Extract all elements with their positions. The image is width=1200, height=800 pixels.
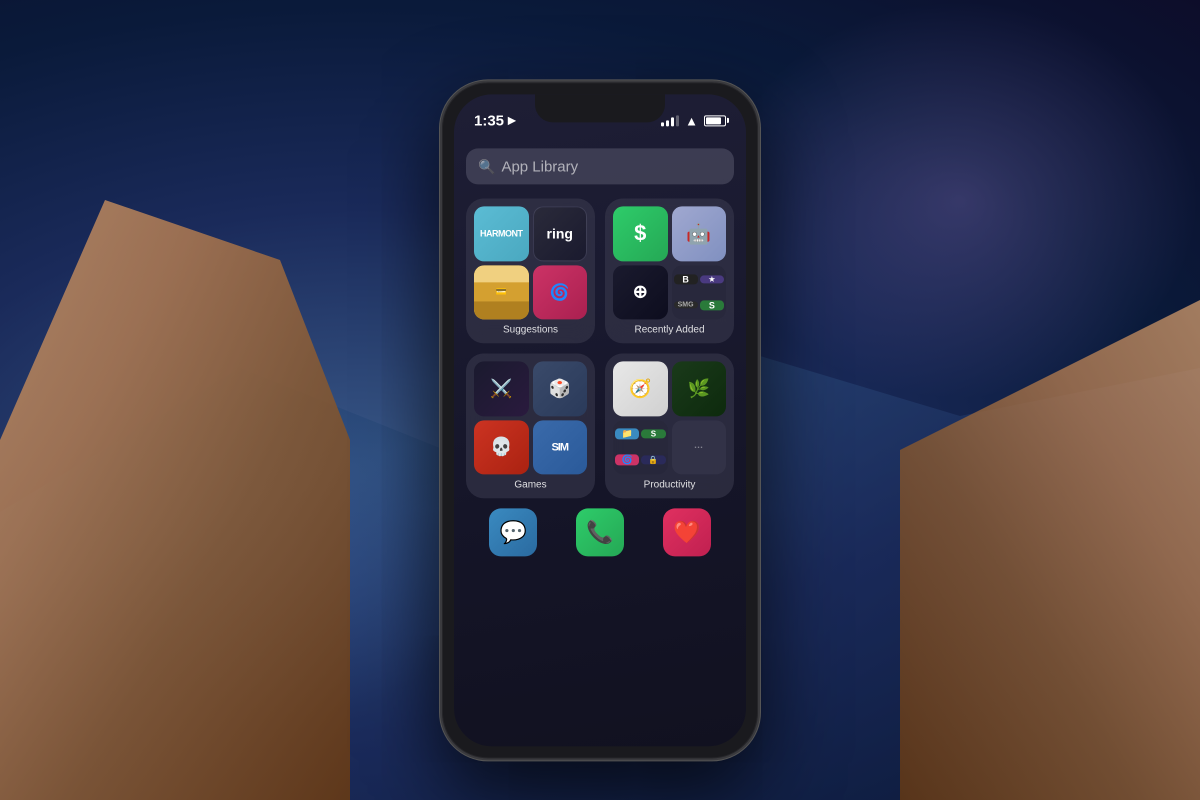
volume-up-button[interactable] (440, 237, 442, 287)
battery-fill (706, 117, 721, 124)
time-display: 1:35 (474, 112, 504, 129)
suggestions-app-grid: HARMONT ring 💳 (474, 206, 587, 319)
recently-added-app-grid: $ 🤖 ⊕ B ★ SMG S (613, 206, 726, 319)
app-ring[interactable]: ring (533, 206, 588, 261)
app-sim[interactable]: SIM (533, 420, 588, 475)
phone: 1:35 ▶ ▲ (440, 80, 760, 760)
bottom-app-3[interactable]: ❤️ (663, 508, 711, 556)
app-nova[interactable]: 🌀 (533, 265, 588, 320)
folders-grid: HARMONT ring 💳 (466, 198, 734, 498)
bottom-apps-row: 💬 📞 ❤️ (466, 508, 734, 556)
app-bot-large[interactable]: 🤖 (672, 206, 727, 261)
mini-nova2: 🌀 (615, 455, 639, 466)
mini-s2: S (641, 430, 665, 439)
app-cash-large[interactable]: $ (613, 206, 668, 261)
search-icon: 🔍 (478, 158, 495, 175)
phone-body: 1:35 ▶ ▲ (440, 80, 760, 760)
screen-content: 🔍 App Library HARMONT ring (454, 138, 746, 746)
mini-app-stars: ★ (700, 275, 724, 283)
games-app-grid: ⚔️ 🎲 💀 SIM (474, 361, 587, 474)
wifi-icon: ▲ (685, 113, 698, 128)
signal-bar-2 (666, 120, 669, 126)
app-loupe[interactable]: ⊕ (613, 265, 668, 320)
folder-games[interactable]: ⚔️ 🎲 💀 SIM Games (466, 353, 595, 498)
folder-recently-added[interactable]: $ 🤖 ⊕ B ★ SMG S (605, 198, 734, 343)
app-wallet[interactable]: 💳 (474, 265, 529, 320)
folder-productivity[interactable]: 🧭 🌿 📁 S 🌀 🔒 ··· Pr (605, 353, 734, 498)
app-placeholder[interactable]: ··· (672, 420, 727, 475)
status-icons: ▲ (661, 113, 726, 128)
app-multi[interactable]: B ★ SMG S (672, 265, 727, 320)
status-time: 1:35 ▶ (474, 112, 516, 129)
recently-added-label: Recently Added (613, 324, 726, 335)
suggestions-label: Suggestions (474, 324, 587, 335)
signal-bars (661, 114, 679, 126)
power-button[interactable] (758, 222, 760, 282)
signal-bar-3 (671, 117, 674, 126)
mini-app-sms: SMG (674, 302, 698, 309)
productivity-app-grid: 🧭 🌿 📁 S 🌀 🔒 ··· (613, 361, 726, 474)
mute-button[interactable] (440, 192, 442, 222)
notch (535, 94, 665, 122)
volume-down-button[interactable] (440, 297, 442, 347)
location-icon: ▶ (508, 115, 516, 126)
bottom-app-2[interactable]: 📞 (576, 508, 624, 556)
app-files-multi[interactable]: 📁 S 🌀 🔒 (613, 420, 668, 475)
productivity-label: Productivity (613, 479, 726, 490)
search-bar[interactable]: 🔍 App Library (466, 148, 734, 184)
app-skull[interactable]: 💀 (474, 420, 529, 475)
folder-suggestions[interactable]: HARMONT ring 💳 (466, 198, 595, 343)
app-robinhood[interactable]: 🌿 (672, 361, 727, 416)
signal-bar-1 (661, 122, 664, 126)
app-dice[interactable]: 🎲 (533, 361, 588, 416)
mini-files: 📁 (615, 429, 639, 440)
phone-screen: 1:35 ▶ ▲ (454, 94, 746, 746)
games-label: Games (474, 479, 587, 490)
app-harmony[interactable]: HARMONT (474, 206, 529, 261)
search-placeholder: App Library (501, 158, 578, 175)
mini-secure: 🔒 (641, 456, 665, 465)
mini-app-s: S (700, 300, 724, 310)
app-safari[interactable]: 🧭 (613, 361, 668, 416)
app-final-fantasy[interactable]: ⚔️ (474, 361, 529, 416)
mini-app-b: B (674, 274, 698, 284)
bottom-app-1[interactable]: 💬 (489, 508, 537, 556)
signal-bar-4 (676, 115, 679, 126)
battery-icon (704, 115, 726, 126)
